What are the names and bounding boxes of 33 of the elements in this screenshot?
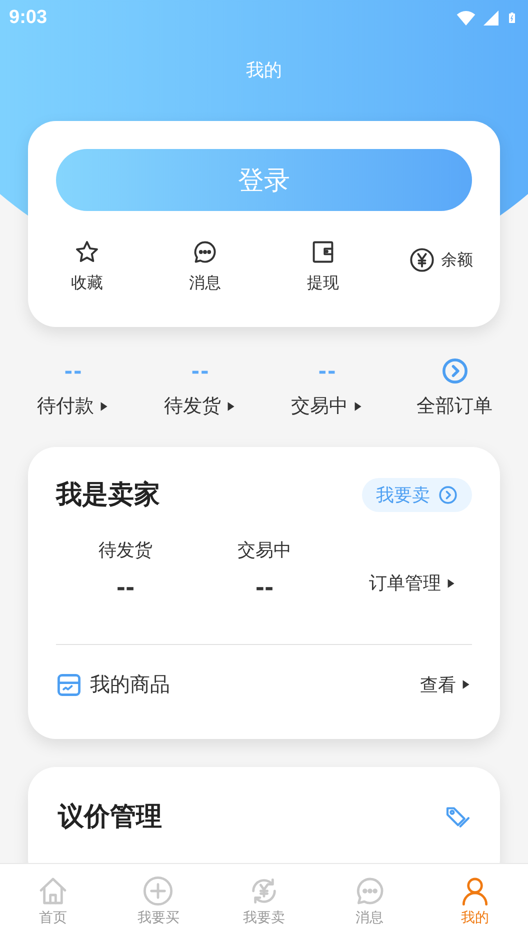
wallet-icon [310, 239, 336, 265]
order-count: -- [64, 358, 83, 385]
shortcut-label[interactable]: 提现 [307, 273, 339, 294]
stat-label: 交易中 [238, 539, 292, 562]
view-link[interactable]: 查看 [420, 672, 456, 696]
star-icon [74, 239, 100, 265]
order-label[interactable]: 待付款 [37, 393, 94, 419]
wifi-icon [456, 8, 476, 28]
order-label[interactable]: 待发货 [164, 393, 221, 419]
order-count: -- [318, 358, 337, 385]
card-title: 议价管理 [58, 801, 162, 834]
stat-count: -- [116, 576, 135, 601]
my-goods-label[interactable]: 我的商品 [90, 671, 170, 698]
order-count: -- [191, 358, 210, 385]
house-icon [36, 875, 69, 907]
box-icon [56, 672, 82, 698]
stat-label: 待发货 [98, 539, 152, 562]
card-title: 我是卖家 [56, 479, 160, 512]
shortcut-label[interactable]: 消息 [189, 273, 221, 294]
stat-count: -- [255, 576, 274, 601]
status-time: 9:03 [9, 7, 48, 29]
order-label[interactable]: 全部订单 [416, 393, 492, 419]
yuan-coin-icon [409, 247, 435, 273]
shortcut-label[interactable]: 余额 [441, 250, 473, 270]
arrow-circle-icon [440, 357, 468, 385]
plus-circle-icon [142, 875, 174, 907]
signal-icon [482, 9, 500, 27]
shortcut-label[interactable]: 收藏 [71, 273, 103, 294]
order-label[interactable]: 交易中 [291, 393, 348, 419]
arrow-circle-icon [438, 484, 458, 504]
page-title: 我的 [246, 59, 282, 83]
order-management-link[interactable]: 订单管理 [369, 571, 441, 595]
chat-bubble-icon [192, 239, 218, 265]
